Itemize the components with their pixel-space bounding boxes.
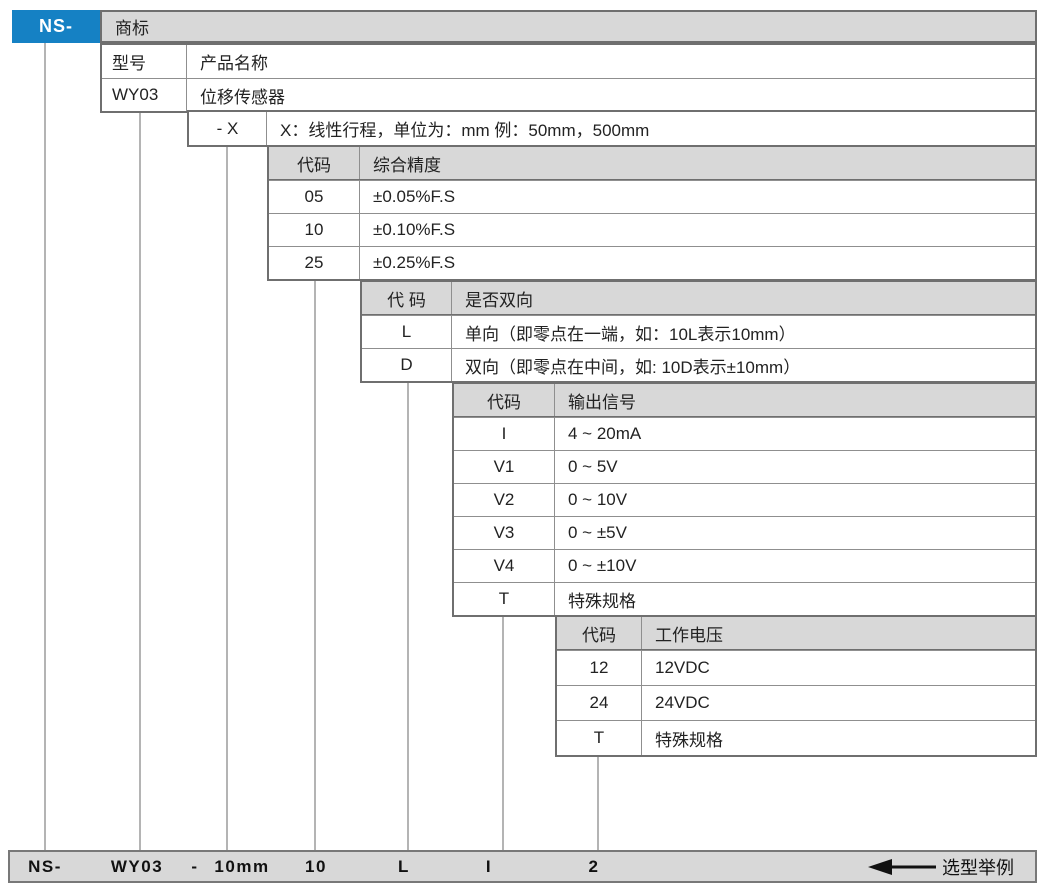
model-code-cell: WY03 xyxy=(102,79,187,111)
code-cell: 10 xyxy=(269,214,360,246)
table-row: 10 ±0.10%F.S xyxy=(269,213,1035,246)
example-segment-voltage: 2 xyxy=(589,857,600,877)
value-cell: 单向（即零点在一端，如：10L表示10mm） xyxy=(452,316,1035,348)
accuracy-column-header: 综合精度 xyxy=(360,147,1035,179)
value-cell: 特殊规格 xyxy=(555,583,1035,615)
example-segment-stroke: 10mm xyxy=(214,857,269,877)
code-cell: I xyxy=(454,418,555,450)
direction-column-header: 是否双向 xyxy=(452,282,1035,314)
table-row: V2 0 ~ 10V xyxy=(454,483,1035,516)
value-cell: 0 ~ ±5V xyxy=(555,517,1035,549)
table-header-row: 代 码 是否双向 xyxy=(362,282,1035,315)
table-row: - X X：线性行程，单位为：mm 例：50mm，500mm xyxy=(189,112,1035,145)
table-row: 型号 产品名称 xyxy=(102,45,1035,78)
table-row: D 双向（即零点在中间，如: 10D表示±10mm） xyxy=(362,348,1035,381)
direction-table: 代 码 是否双向 L 单向（即零点在一端，如：10L表示10mm） D 双向（即… xyxy=(360,280,1037,383)
product-name-cell: 位移传感器 xyxy=(187,79,1035,111)
example-segment-direction: L xyxy=(398,857,410,877)
left-arrow-icon xyxy=(868,859,892,875)
connector-line-direction xyxy=(407,379,409,850)
code-cell: V2 xyxy=(454,484,555,516)
value-cell: 特殊规格 xyxy=(642,721,1035,755)
product-name-header: 产品名称 xyxy=(187,45,1035,78)
table-row: WY03 位移传感器 xyxy=(102,78,1035,111)
value-cell: 0 ~ 5V xyxy=(555,451,1035,483)
table-row: V1 0 ~ 5V xyxy=(454,450,1035,483)
table-row: 05 ±0.05%F.S xyxy=(269,180,1035,213)
value-cell: 0 ~ ±10V xyxy=(555,550,1035,582)
table-row: T 特殊规格 xyxy=(557,720,1035,755)
code-cell: T xyxy=(557,721,642,755)
table-row: L 单向（即零点在一端，如：10L表示10mm） xyxy=(362,315,1035,348)
code-column-header: 代码 xyxy=(269,147,360,179)
example-segment-prefix: NS- xyxy=(28,857,62,877)
connector-line-prefix xyxy=(44,43,46,850)
value-cell: 24VDC xyxy=(642,686,1035,720)
table-header-row: 代码 综合精度 xyxy=(269,147,1035,180)
table-header-row: 代码 输出信号 xyxy=(454,384,1035,417)
code-cell: L xyxy=(362,316,452,348)
example-code-bar: NS- WY03 - 10mm 10 L I 2 选型举例 xyxy=(8,850,1037,883)
code-cell: T xyxy=(454,583,555,615)
connector-line-stroke xyxy=(226,143,228,850)
value-cell: 4 ~ 20mA xyxy=(555,418,1035,450)
value-cell: ±0.10%F.S xyxy=(360,214,1035,246)
code-cell: V4 xyxy=(454,550,555,582)
code-cell: 25 xyxy=(269,247,360,279)
voltage-column-header: 工作电压 xyxy=(642,617,1035,649)
stroke-row: - X X：线性行程，单位为：mm 例：50mm，500mm xyxy=(187,110,1037,147)
voltage-table: 代码 工作电压 12 12VDC 24 24VDC T 特殊规格 xyxy=(555,615,1037,757)
value-cell: 双向（即零点在中间，如: 10D表示±10mm） xyxy=(452,349,1035,381)
stroke-code-cell: - X xyxy=(189,112,267,145)
code-cell: D xyxy=(362,349,452,381)
table-row: 24 24VDC xyxy=(557,685,1035,720)
prefix-badge: NS- xyxy=(12,10,100,43)
table-row: V3 0 ~ ±5V xyxy=(454,516,1035,549)
code-cell: 24 xyxy=(557,686,642,720)
brand-header: 商标 xyxy=(100,10,1037,43)
code-cell: V1 xyxy=(454,451,555,483)
example-segment-accuracy: 10 xyxy=(305,857,327,877)
value-cell: 0 ~ 10V xyxy=(555,484,1035,516)
connector-line-voltage xyxy=(597,753,599,850)
table-row: V4 0 ~ ±10V xyxy=(454,549,1035,582)
code-cell: V3 xyxy=(454,517,555,549)
table-row: I 4 ~ 20mA xyxy=(454,417,1035,450)
connector-line-output xyxy=(502,613,504,850)
brand-header-label: 商标 xyxy=(115,14,149,39)
output-signal-table: 代码 输出信号 I 4 ~ 20mA V1 0 ~ 5V V2 0 ~ 10V … xyxy=(452,382,1037,617)
output-column-header: 输出信号 xyxy=(555,384,1035,416)
code-column-header: 代码 xyxy=(557,617,642,649)
accuracy-table: 代码 综合精度 05 ±0.05%F.S 10 ±0.10%F.S 25 ±0.… xyxy=(267,145,1037,281)
value-cell: ±0.05%F.S xyxy=(360,181,1035,213)
stroke-desc-cell: X：线性行程，单位为：mm 例：50mm，500mm xyxy=(267,112,1035,145)
table-row: T 特殊规格 xyxy=(454,582,1035,615)
value-cell: ±0.25%F.S xyxy=(360,247,1035,279)
table-row: 12 12VDC xyxy=(557,650,1035,685)
connector-line-model xyxy=(139,109,141,850)
code-cell: 12 xyxy=(557,651,642,685)
example-segment-model: WY03 xyxy=(111,857,163,877)
prefix-label: NS- xyxy=(39,16,73,37)
example-segment-dash: - xyxy=(191,857,198,877)
model-table: 型号 产品名称 WY03 位移传感器 xyxy=(100,43,1037,113)
code-column-header: 代码 xyxy=(454,384,555,416)
example-segment-output: I xyxy=(486,857,492,877)
connector-line-accuracy xyxy=(314,277,316,850)
table-row: 25 ±0.25%F.S xyxy=(269,246,1035,279)
ordering-code-diagram: NS- 商标 型号 产品名称 WY03 位移传感器 - X X：线性行程，单位为… xyxy=(0,0,1045,894)
left-arrow-tail xyxy=(890,865,936,868)
example-caption: 选型举例 xyxy=(942,854,1014,880)
table-header-row: 代码 工作电压 xyxy=(557,617,1035,650)
value-cell: 12VDC xyxy=(642,651,1035,685)
code-cell: 05 xyxy=(269,181,360,213)
model-col-header: 型号 xyxy=(102,45,187,78)
code-column-header: 代 码 xyxy=(362,282,452,314)
